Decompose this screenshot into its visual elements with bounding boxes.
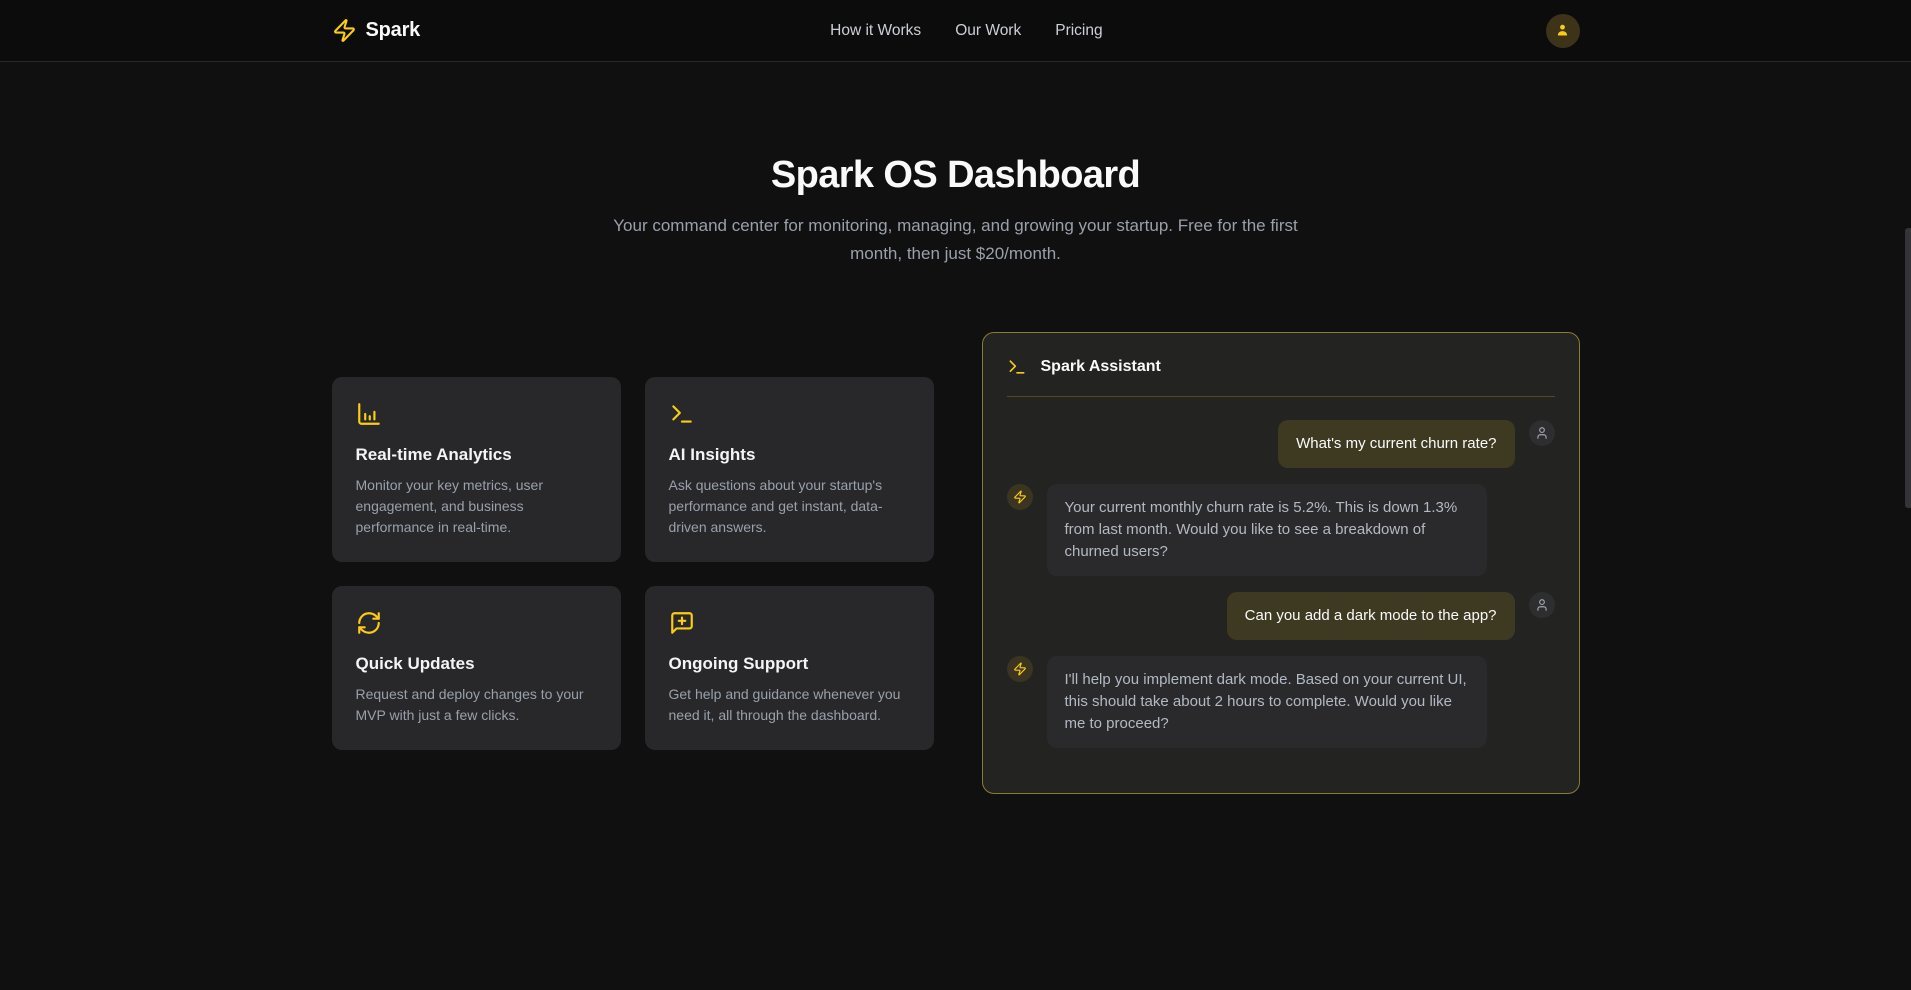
message-square-plus-icon — [669, 610, 910, 636]
nav-link-pricing[interactable]: Pricing — [1055, 22, 1102, 40]
nav-link-how-it-works[interactable]: How it Works — [830, 22, 921, 40]
assistant-header: Spark Assistant — [1007, 357, 1555, 377]
user-icon — [1535, 598, 1549, 612]
assistant-avatar — [1007, 484, 1033, 510]
message-list: What's my current churn rate? Your curre… — [1007, 420, 1555, 748]
brand-logo[interactable]: Spark — [332, 18, 421, 43]
nav-links: How it Works Our Work Pricing — [830, 0, 1102, 61]
feature-description: Ask questions about your startup's perfo… — [669, 475, 910, 538]
brand-name: Spark — [366, 19, 421, 42]
bar-chart-icon — [356, 401, 597, 427]
feature-title: Ongoing Support — [669, 654, 910, 674]
hero-subtitle: Your command center for monitoring, mana… — [610, 212, 1302, 268]
nav-link-our-work[interactable]: Our Work — [955, 22, 1021, 40]
assistant-message-bubble: Your current monthly churn rate is 5.2%.… — [1047, 484, 1487, 576]
nav-container: Spark How it Works Our Work Pricing — [332, 0, 1580, 61]
user-message-bubble: What's my current churn rate? — [1278, 420, 1514, 468]
chat-message-assistant: Your current monthly churn rate is 5.2%.… — [1007, 484, 1555, 576]
assistant-avatar — [1007, 656, 1033, 682]
assistant-title: Spark Assistant — [1041, 358, 1161, 376]
user-icon — [1535, 426, 1549, 440]
terminal-icon — [669, 401, 910, 427]
feature-card-ai-insights: AI Insights Ask questions about your sta… — [645, 377, 934, 562]
chat-message-user: Can you add a dark mode to the app? — [1007, 592, 1555, 640]
feature-card-ongoing-support: Ongoing Support Get help and guidance wh… — [645, 586, 934, 750]
feature-title: Real-time Analytics — [356, 445, 597, 465]
scrollbar[interactable] — [1905, 228, 1911, 508]
content-row: Real-time Analytics Monitor your key met… — [332, 332, 1580, 794]
spark-assistant-panel: Spark Assistant What's my current churn … — [982, 332, 1580, 794]
main-content: Spark OS Dashboard Your command center f… — [332, 154, 1580, 794]
divider — [1007, 396, 1555, 397]
refresh-icon — [356, 610, 597, 636]
chat-message-assistant: I'll help you implement dark mode. Based… — [1007, 656, 1555, 748]
features-grid: Real-time Analytics Monitor your key met… — [332, 377, 934, 750]
user-avatar — [1529, 420, 1555, 446]
feature-description: Monitor your key metrics, user engagemen… — [356, 475, 597, 538]
zap-icon — [1013, 490, 1027, 504]
user-icon — [1554, 22, 1571, 39]
chat-message-user: What's my current churn rate? — [1007, 420, 1555, 468]
feature-description: Request and deploy changes to your MVP w… — [356, 684, 597, 726]
zap-icon — [332, 18, 357, 43]
zap-icon — [1013, 662, 1027, 676]
feature-card-real-time-analytics: Real-time Analytics Monitor your key met… — [332, 377, 621, 562]
feature-description: Get help and guidance whenever you need … — [669, 684, 910, 726]
account-avatar-button[interactable] — [1546, 14, 1580, 48]
terminal-icon — [1007, 357, 1027, 377]
feature-card-quick-updates: Quick Updates Request and deploy changes… — [332, 586, 621, 750]
page-title: Spark OS Dashboard — [332, 154, 1580, 197]
user-avatar — [1529, 592, 1555, 618]
feature-title: AI Insights — [669, 445, 910, 465]
user-message-bubble: Can you add a dark mode to the app? — [1227, 592, 1515, 640]
top-nav: Spark How it Works Our Work Pricing — [0, 0, 1911, 62]
feature-title: Quick Updates — [356, 654, 597, 674]
assistant-message-bubble: I'll help you implement dark mode. Based… — [1047, 656, 1487, 748]
